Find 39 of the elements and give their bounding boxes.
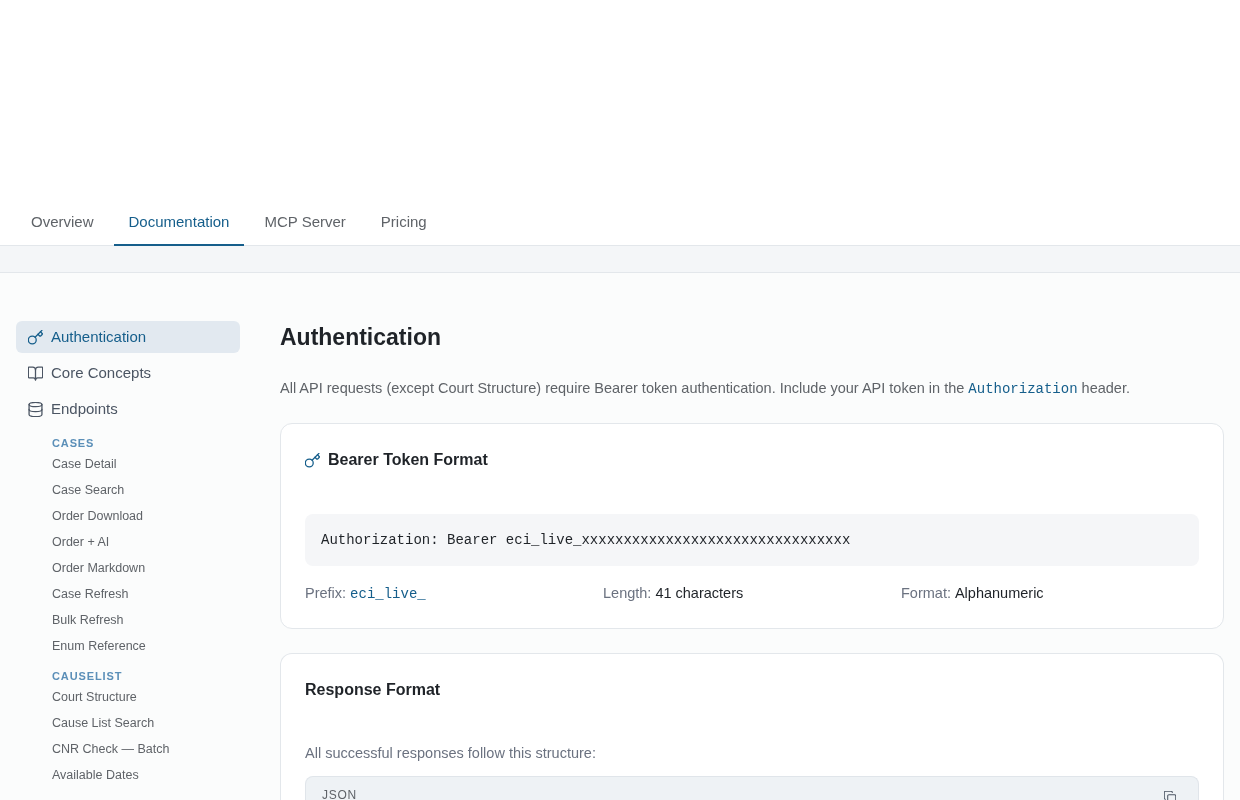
sidebar-link[interactable]: CNR Check — Batch [52,736,170,762]
copy-button[interactable] [1164,791,1176,800]
section-heading: CAUSELIST [52,669,123,684]
fact-label: Format: [901,584,951,603]
nav-tab[interactable]: MCP Server [249,201,361,246]
fact-label: Prefix: [305,584,347,603]
book-icon [28,365,43,381]
code-text: Authorization: Bearer eci_live_xxxxxxxxxxxxxxxxxxxxxxxxxxxxxxxx [321,531,851,550]
fact-value: Alphanumeric [954,584,1044,603]
card-title: Bearer Token Format [328,450,488,470]
nav-tab[interactable]: Pricing [365,201,442,246]
sidebar-link[interactable]: Cause List Search [52,710,155,736]
sidebar-link[interactable]: Case Detail [52,451,117,477]
sidebar-link[interactable]: Order Download [52,503,143,529]
sidebar-item[interactable]: Endpoints [16,393,240,425]
fact-label: Length: [603,584,652,603]
sidebar-link[interactable]: Court Structure [52,684,137,710]
sidebar-link[interactable]: Order Markdown [52,555,146,581]
key-icon [28,329,43,345]
sidebar-item[interactable]: Core Concepts [16,357,240,389]
intro-paragraph: All API requests (except Court Structure) require Bearer token authentication. Include your API token in the Authorization header. [280,379,1130,399]
sidebar-item[interactable]: Authentication [16,321,240,353]
key-icon [305,452,320,468]
sidebar-link[interactable]: Case Search [52,477,125,503]
fact-value: eci_live_ [350,585,426,604]
sidebar-link[interactable]: Enum Reference [52,633,146,659]
fact-value: 41 characters [655,584,744,603]
page-title: Authentication [280,323,441,352]
sidebar-link[interactable]: Case Refresh [52,581,129,607]
sidebar-link[interactable]: Order + AI [52,529,110,555]
copy-icon [1164,791,1176,800]
database-icon [28,401,43,417]
card-text: All successful responses follow this structure: [305,744,596,763]
language-label: JSON [322,788,357,800]
nav-tab[interactable]: Overview [16,201,109,246]
card-title: Response Format [305,680,441,700]
sidebar-link[interactable]: Available Dates [52,762,139,788]
section-heading: CASES [52,436,95,451]
sidebar-link[interactable]: Bulk Refresh [52,607,124,633]
